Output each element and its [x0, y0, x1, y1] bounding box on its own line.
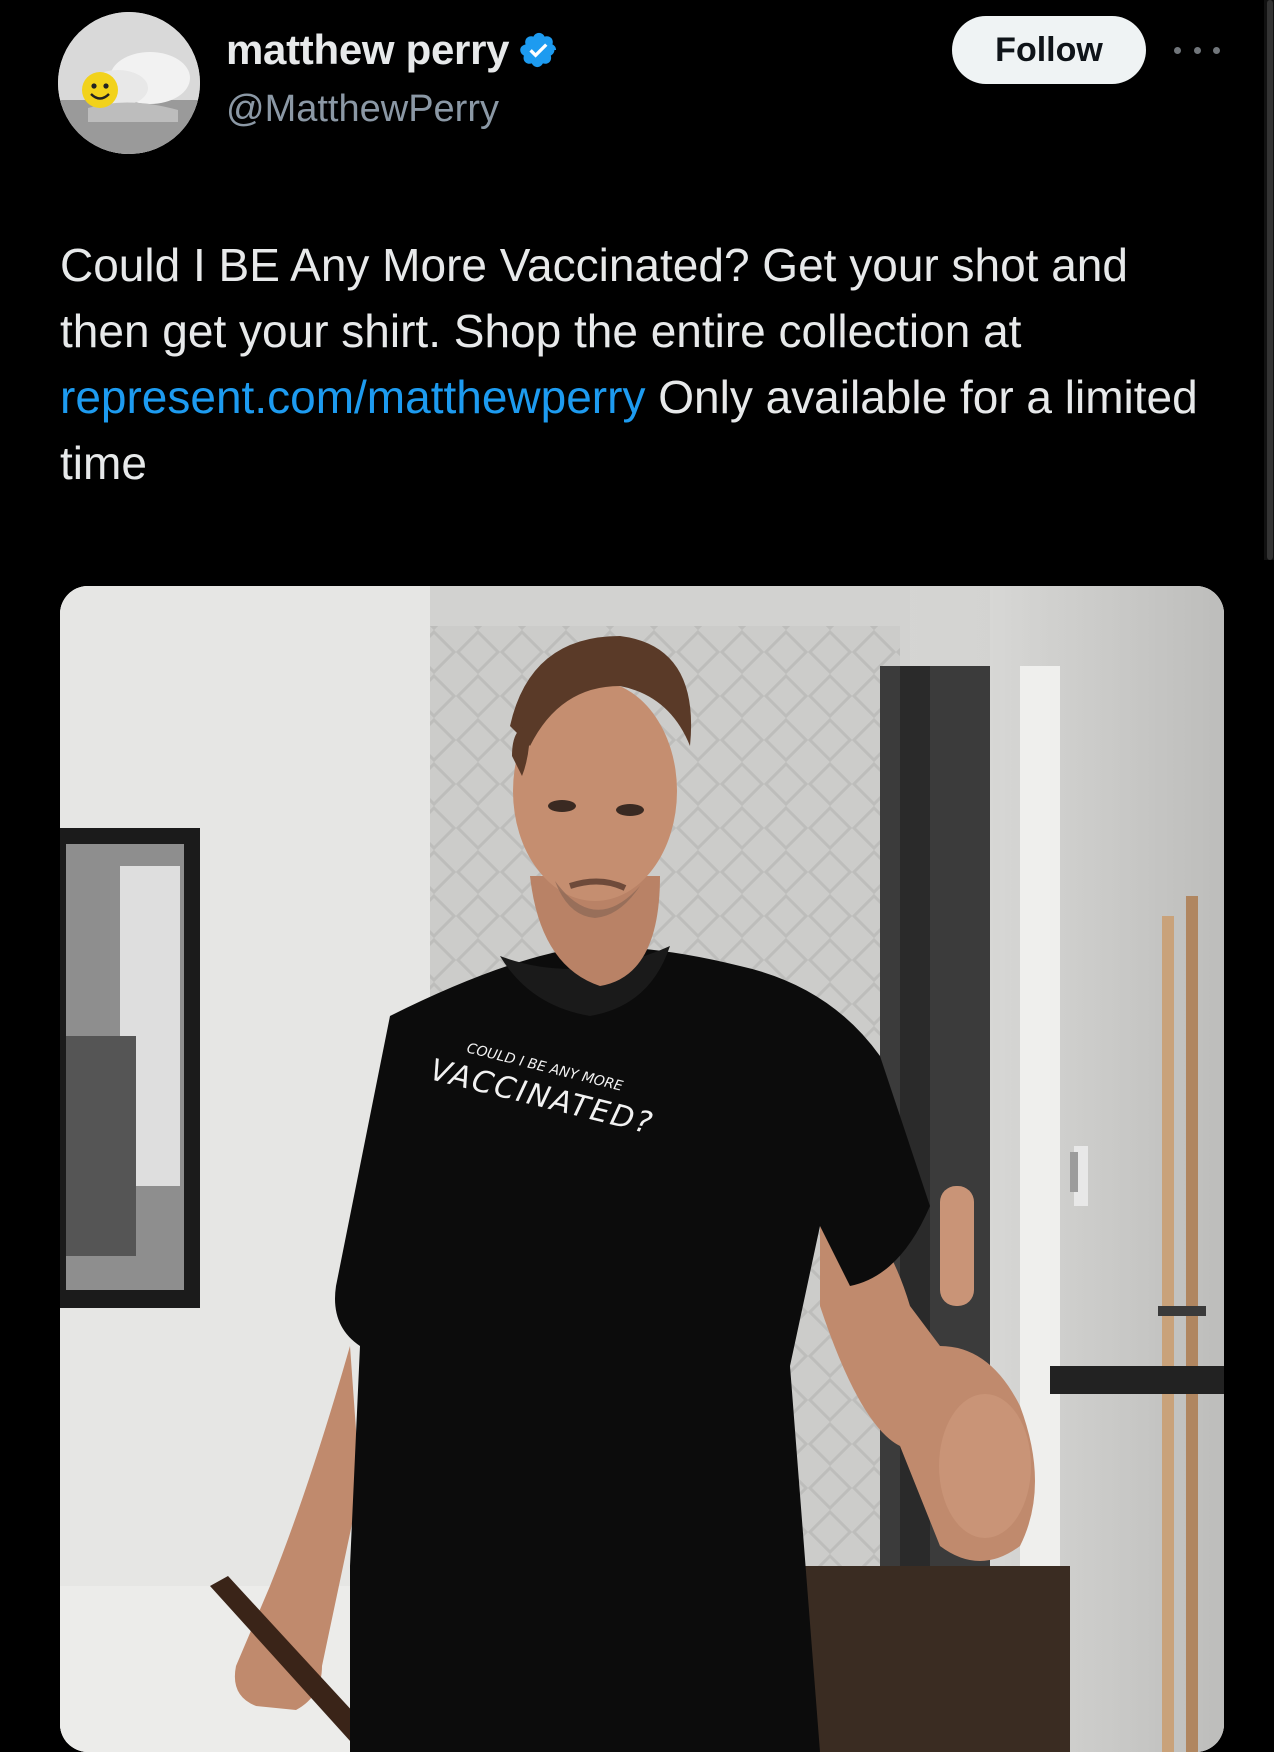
tweet-card: matthew perry @MatthewPerry Follow Could… — [0, 0, 1274, 1752]
photo-scene: COULD I BE ANY MORE VACCINATED? — [60, 586, 1224, 1752]
more-horizontal-icon[interactable] — [1174, 36, 1220, 64]
more-dot — [1193, 46, 1201, 54]
scrollbar-thumb[interactable] — [1267, 0, 1273, 560]
more-dot — [1213, 46, 1220, 54]
avatar-image — [58, 12, 200, 154]
display-name[interactable]: matthew perry — [226, 26, 510, 74]
tweet-text: Could I BE Any More Vaccinated? Get your… — [60, 232, 1220, 496]
tweet-link[interactable]: represent.com/matthewperry — [60, 371, 645, 423]
tweet-text-start: Could I BE Any More Vaccinated? Get your… — [60, 239, 1128, 357]
user-handle[interactable]: @MatthewPerry — [226, 88, 499, 131]
follow-button[interactable]: Follow — [952, 16, 1146, 84]
verified-badge-icon — [520, 32, 557, 68]
scrollbar-track[interactable] — [1264, 0, 1274, 560]
more-dot — [1174, 46, 1181, 54]
avatar[interactable] — [58, 12, 200, 154]
tweet-photo[interactable]: COULD I BE ANY MORE VACCINATED? — [60, 586, 1224, 1752]
author-name-row[interactable]: matthew perry — [226, 26, 559, 74]
